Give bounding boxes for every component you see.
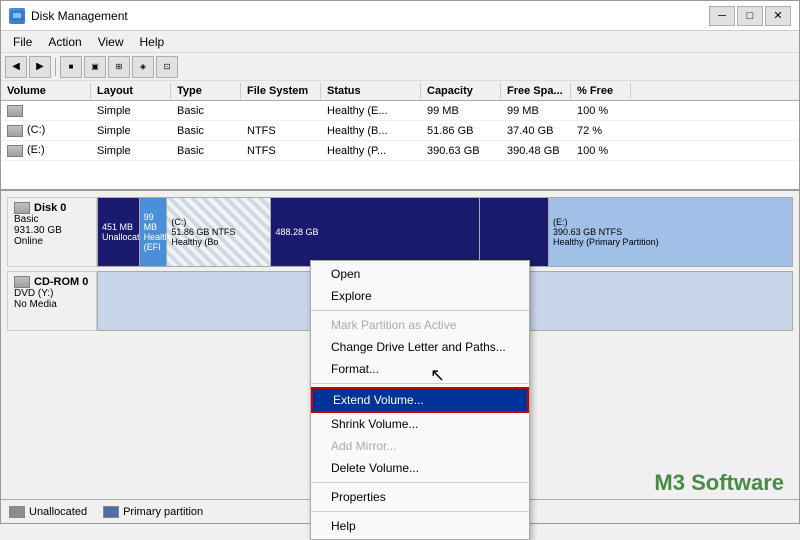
legend-label-unallocated: Unallocated: [29, 506, 87, 518]
cell-capacity-3: 390.63 GB: [421, 144, 501, 158]
ctx-sep1: [311, 310, 529, 311]
cell-type-2: Basic: [171, 124, 241, 138]
ctx-sep4: [311, 511, 529, 512]
disk-0-partitions: 451 MB Unallocated 99 MB Healthy (EFI (C…: [97, 197, 793, 267]
cell-fs-3: NTFS: [241, 144, 321, 158]
ctx-format[interactable]: Format...: [311, 358, 529, 380]
cell-pct-1: 100 %: [571, 104, 631, 118]
menu-help[interactable]: Help: [132, 33, 173, 51]
ctx-delete-volume[interactable]: Delete Volume...: [311, 457, 529, 479]
cell-pct-3: 100 %: [571, 144, 631, 158]
cell-status-3: Healthy (P...: [321, 144, 421, 158]
ctx-explore[interactable]: Explore: [311, 285, 529, 307]
menu-bar: File Action View Help: [1, 31, 799, 53]
table-row[interactable]: Simple Basic Healthy (E... 99 MB 99 MB 1…: [1, 101, 799, 121]
disk-0-label: Disk 0 Basic 931.30 GB Online: [7, 197, 97, 267]
partition-e[interactable]: (E:) 390.63 GB NTFS Healthy (Primary Par…: [549, 198, 792, 266]
partition-efi[interactable]: 99 MB Healthy (EFI: [140, 198, 168, 266]
toolbar-btn1[interactable]: ■: [60, 56, 82, 78]
cdrom-0-name: CD-ROM 0: [34, 276, 88, 288]
maximize-button[interactable]: □: [737, 6, 763, 26]
cell-type-3: Basic: [171, 144, 241, 158]
menu-action[interactable]: Action: [40, 33, 89, 51]
cell-capacity-2: 51.86 GB: [421, 124, 501, 138]
col-header-layout: Layout: [91, 83, 171, 99]
cell-volume-1: [1, 103, 91, 117]
table-row[interactable]: (C:) Simple Basic NTFS Healthy (B... 51.…: [1, 121, 799, 141]
cell-fs-1: [241, 110, 321, 112]
context-menu: Open Explore Mark Partition as Active Ch…: [310, 260, 530, 540]
cell-layout-1: Simple: [91, 104, 171, 118]
toolbar-forward[interactable]: ▶: [29, 56, 51, 78]
cdrom-0-label: CD-ROM 0 DVD (Y:) No Media: [7, 271, 97, 331]
cell-type-1: Basic: [171, 104, 241, 118]
ctx-open[interactable]: Open: [311, 263, 529, 285]
ctx-extend-volume[interactable]: Extend Volume...: [311, 387, 529, 413]
partition-c[interactable]: (C:) 51.86 GB NTFS Healthy (Bo: [167, 198, 271, 266]
table-header: Volume Layout Type File System Status Ca…: [1, 81, 799, 101]
disk-table: Volume Layout Type File System Status Ca…: [1, 81, 799, 191]
minimize-button[interactable]: ─: [709, 6, 735, 26]
cell-pct-2: 72 %: [571, 124, 631, 138]
ctx-shrink-volume[interactable]: Shrink Volume...: [311, 413, 529, 435]
toolbar-sep1: [55, 58, 56, 76]
menu-view[interactable]: View: [90, 33, 132, 51]
col-header-fs: File System: [241, 83, 321, 99]
col-header-volume: Volume: [1, 83, 91, 99]
close-button[interactable]: ✕: [765, 6, 791, 26]
cell-layout-3: Simple: [91, 144, 171, 158]
col-header-pctfree: % Free: [571, 83, 631, 99]
cell-fs-2: NTFS: [241, 124, 321, 138]
toolbar-back[interactable]: ◀: [5, 56, 27, 78]
toolbar: ◀ ▶ ■ ▣ ⊞ ◈ ⊡: [1, 53, 799, 81]
window-title: Disk Management: [31, 9, 128, 23]
app-icon: [9, 8, 25, 24]
window-controls: ─ □ ✕: [709, 6, 791, 26]
ctx-help[interactable]: Help: [311, 515, 529, 537]
col-header-status: Status: [321, 83, 421, 99]
title-bar: Disk Management ─ □ ✕: [1, 1, 799, 31]
cell-volume-3: (E:): [1, 143, 91, 157]
toolbar-btn2[interactable]: ▣: [84, 56, 106, 78]
toolbar-btn5[interactable]: ⊡: [156, 56, 178, 78]
ctx-mark-active: Mark Partition as Active: [311, 314, 529, 336]
table-row[interactable]: (E:) Simple Basic NTFS Healthy (P... 390…: [1, 141, 799, 161]
col-header-freespace: Free Spa...: [501, 83, 571, 99]
legend-unallocated: Unallocated: [9, 506, 87, 518]
ctx-sep2: [311, 383, 529, 384]
partition-unallocated-1[interactable]: 488.28 GB: [271, 198, 479, 266]
cell-capacity-1: 99 MB: [421, 104, 501, 118]
toolbar-btn3[interactable]: ⊞: [108, 56, 130, 78]
legend-box-primary: [103, 506, 119, 518]
ctx-change-letter[interactable]: Change Drive Letter and Paths...: [311, 336, 529, 358]
cell-layout-2: Simple: [91, 124, 171, 138]
legend-box-unallocated: [9, 506, 25, 518]
cell-status-2: Healthy (B...: [321, 124, 421, 138]
legend-primary: Primary partition: [103, 506, 203, 518]
menu-file[interactable]: File: [5, 33, 40, 51]
disk-0-name: Disk 0: [34, 202, 66, 214]
cell-free-3: 390.48 GB: [501, 144, 571, 158]
cell-free-2: 37.40 GB: [501, 124, 571, 138]
cell-volume-2: (C:): [1, 123, 91, 137]
col-header-capacity: Capacity: [421, 83, 501, 99]
legend-label-primary: Primary partition: [123, 506, 203, 518]
ctx-add-mirror: Add Mirror...: [311, 435, 529, 457]
cell-free-1: 99 MB: [501, 104, 571, 118]
disk-0-row: Disk 0 Basic 931.30 GB Online 451 MB Una…: [7, 197, 793, 267]
cell-status-1: Healthy (E...: [321, 104, 421, 118]
ctx-sep3: [311, 482, 529, 483]
toolbar-btn4[interactable]: ◈: [132, 56, 154, 78]
partition-unallocated-2[interactable]: [480, 198, 549, 266]
partition-unallocated-0[interactable]: 451 MB Unallocated: [98, 198, 140, 266]
col-header-type: Type: [171, 83, 241, 99]
ctx-properties[interactable]: Properties: [311, 486, 529, 508]
